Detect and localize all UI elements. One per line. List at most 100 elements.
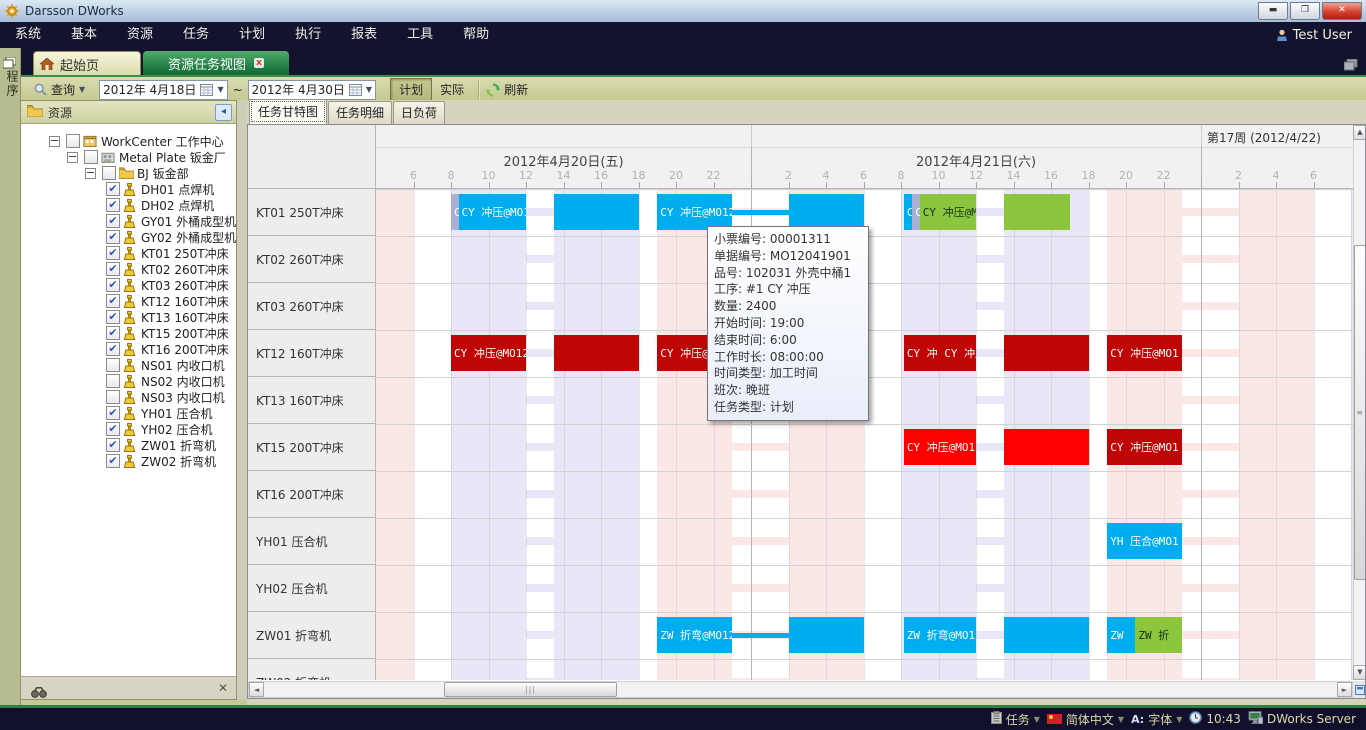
tree-expander-icon[interactable] (67, 152, 78, 163)
task-bar[interactable] (554, 335, 638, 371)
menu-item-5[interactable]: 执行 (280, 22, 336, 48)
task-bar[interactable]: CY 冲压@MO12041901 (459, 194, 527, 230)
tree-checkbox[interactable] (66, 134, 80, 148)
task-bar[interactable]: CY 冲压@MO1 (1107, 335, 1182, 371)
tree-checkbox[interactable]: ✔ (106, 198, 120, 212)
find-icon[interactable] (31, 683, 47, 694)
tree-checkbox[interactable] (106, 374, 120, 388)
tree-checkbox[interactable]: ✔ (106, 326, 120, 340)
tree-checkbox[interactable]: ✔ (106, 454, 120, 468)
status-dropdown-caret[interactable]: ▼ (1118, 715, 1124, 724)
tree-checkbox[interactable]: ✔ (106, 182, 120, 196)
tab-list-icon[interactable] (1344, 56, 1358, 68)
tab-resource-task-view[interactable]: 资源任务视图 x (143, 51, 289, 75)
menu-item-4[interactable]: 计划 (224, 22, 280, 48)
tree-node-KT03[interactable]: ✔KT03 260T冲床 (21, 277, 236, 293)
date-to-field[interactable]: 2012年 4月30日 ▼ (248, 80, 376, 100)
tree-node-KT01[interactable]: ✔KT01 250T冲床 (21, 245, 236, 261)
task-connector[interactable] (732, 210, 788, 215)
query-dropdown-caret[interactable]: ▼ (79, 85, 85, 94)
tab-start-page[interactable]: 起始页 (33, 51, 141, 77)
menu-item-7[interactable]: 工具 (392, 22, 448, 48)
tree-node-GY02[interactable]: ✔GY02 外桶成型机 (21, 229, 236, 245)
task-bar[interactable] (789, 194, 864, 230)
tree-node-Metal[interactable]: Metal Plate 钣金厂 (21, 149, 236, 165)
tree-node-NS01[interactable]: NS01 内收口机 (21, 357, 236, 373)
task-bar[interactable] (1004, 335, 1088, 371)
tree-checkbox[interactable]: ✔ (106, 246, 120, 260)
menu-item-1[interactable]: 基本 (56, 22, 112, 48)
tree-checkbox[interactable]: ✔ (106, 214, 120, 228)
restore-button[interactable]: ❐ (1290, 2, 1320, 20)
menu-item-2[interactable]: 资源 (112, 22, 168, 48)
panel-splitter[interactable] (237, 100, 247, 700)
menu-item-8[interactable]: 帮助 (448, 22, 504, 48)
h-scroll-right-arrow[interactable]: ► (1337, 682, 1352, 697)
calendar-icon[interactable] (349, 84, 362, 96)
plan-toggle-button[interactable]: 计划 (390, 78, 432, 101)
task-bar[interactable]: CY 冲压@MO12041902 (920, 194, 976, 230)
gantt-tab-2[interactable]: 日负荷 (393, 101, 445, 124)
task-bar[interactable]: ZW (1107, 617, 1135, 653)
menu-item-3[interactable]: 任务 (168, 22, 224, 48)
actual-toggle-button[interactable]: 实际 (432, 79, 472, 100)
task-bar[interactable] (1004, 617, 1088, 653)
task-bar[interactable] (1004, 194, 1070, 230)
tree-node-KT16[interactable]: ✔KT16 200T冲床 (21, 341, 236, 357)
h-scrollbar[interactable] (248, 681, 1353, 698)
program-strip-label[interactable]: 程序 (4, 70, 21, 98)
tree-checkbox[interactable] (106, 390, 120, 404)
tree-node-BJ[interactable]: BJ 钣金部 (21, 165, 236, 181)
menu-item-6[interactable]: 报表 (336, 22, 392, 48)
v-scroll-thumb[interactable]: ≡ (1354, 245, 1366, 580)
date-from-dropdown-caret[interactable]: ▼ (217, 85, 223, 94)
menu-item-0[interactable]: 系统 (0, 22, 56, 48)
tree-node-YH02[interactable]: ✔YH02 压合机 (21, 421, 236, 437)
scroll-corner-button[interactable] (1353, 681, 1366, 698)
minimize-button[interactable]: ▬ (1258, 2, 1288, 20)
status-dropdown-caret[interactable]: ▼ (1034, 715, 1040, 724)
tree-checkbox[interactable]: ✔ (106, 278, 120, 292)
tree-node-YH01[interactable]: ✔YH01 压合机 (21, 405, 236, 421)
tree-node-DH02[interactable]: ✔DH02 点焊机 (21, 197, 236, 213)
task-bar[interactable]: ZW 折弯@MO12041901 (904, 617, 976, 653)
status-dropdown-caret[interactable]: ▼ (1176, 715, 1182, 724)
h-scroll-thumb[interactable]: ||| (444, 682, 617, 697)
gantt-tab-0[interactable]: 任务甘特图 (249, 99, 327, 124)
task-bar[interactable]: ZW 折 (1135, 617, 1182, 653)
task-connector[interactable] (732, 633, 788, 638)
tree-checkbox[interactable]: ✔ (106, 342, 120, 356)
tree-expander-icon[interactable] (85, 168, 96, 179)
date-from-field[interactable]: 2012年 4月18日 ▼ (99, 80, 227, 100)
calendar-icon[interactable] (200, 84, 213, 96)
tree-checkbox[interactable]: ✔ (106, 406, 120, 420)
status-item-[interactable]: 任务▼ (991, 711, 1040, 728)
collapse-panel-button[interactable]: ◂ (215, 104, 232, 121)
status-item-[interactable]: 简体中文▼ (1047, 711, 1124, 728)
tab-close-icon[interactable]: x (254, 58, 264, 68)
close-button[interactable]: ✕ (1322, 2, 1362, 20)
date-to-dropdown-caret[interactable]: ▼ (366, 85, 372, 94)
tree-node-NS03[interactable]: NS03 内收口机 (21, 389, 236, 405)
query-button[interactable]: 查询 ▼ (30, 79, 89, 100)
refresh-button[interactable]: 刷新 (486, 81, 528, 98)
h-scroll-left-arrow[interactable]: ◄ (249, 682, 264, 697)
tree-expander-icon[interactable] (49, 136, 60, 147)
tree-node-ZW01[interactable]: ✔ZW01 折弯机 (21, 437, 236, 453)
tree-node-KT12[interactable]: ✔KT12 160T冲床 (21, 293, 236, 309)
task-bar[interactable]: CY 冲压@MO12041903 (904, 429, 976, 465)
tree-node-ZW02[interactable]: ✔ZW02 折弯机 (21, 453, 236, 469)
task-bar[interactable]: YH 压合@MO1 (1107, 523, 1182, 559)
v-scroll-down-arrow[interactable]: ▼ (1353, 665, 1366, 680)
status-item-[interactable]: A:字体▼ (1131, 711, 1182, 728)
tree-checkbox[interactable]: ✔ (106, 310, 120, 324)
gantt-tab-1[interactable]: 任务明细 (328, 101, 392, 124)
panel-close-icon[interactable]: ✕ (218, 681, 228, 695)
tree-node-GY01[interactable]: ✔GY01 外桶成型机 (21, 213, 236, 229)
tree-checkbox[interactable] (106, 358, 120, 372)
tree-checkbox[interactable]: ✔ (106, 438, 120, 452)
task-bar[interactable]: CY 冲压@MO12041901 (657, 194, 732, 230)
tree-node-KT13[interactable]: ✔KT13 160T冲床 (21, 309, 236, 325)
task-bar[interactable] (1004, 429, 1088, 465)
task-bar[interactable] (554, 194, 638, 230)
